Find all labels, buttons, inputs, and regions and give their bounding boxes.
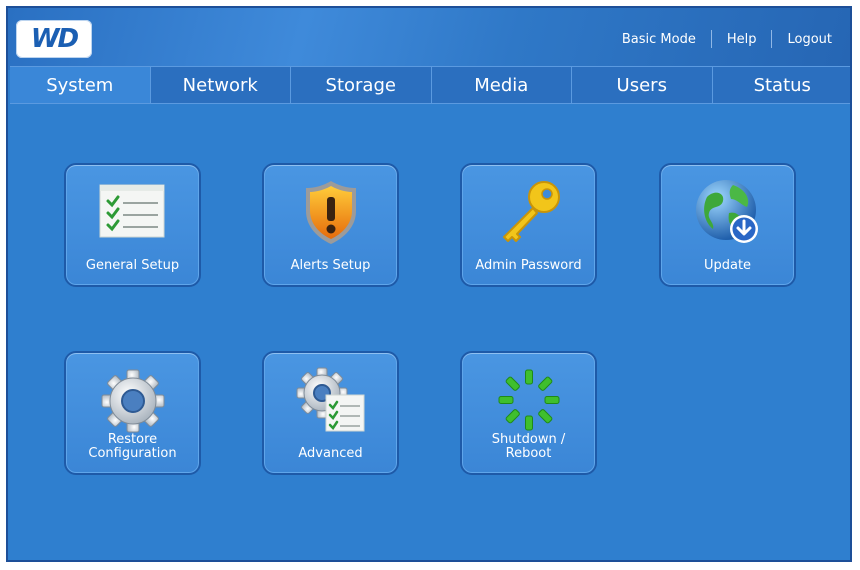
gear-icon [101,369,164,433]
power-spinner-icon [498,369,559,431]
globe-download-icon [695,180,758,243]
shutdown-reboot-tile[interactable]: Shutdown / Reboot [460,351,597,475]
tab-media[interactable]: Media [432,67,572,103]
shutdown-reboot-label: Shutdown / Reboot [462,433,595,461]
general-setup-label: General Setup [85,258,180,273]
general-setup-tile[interactable]: General Setup [64,163,201,287]
alerts-setup-tile[interactable]: Alerts Setup [262,163,399,287]
basic-mode-link[interactable]: Basic Mode [622,32,696,47]
admin-password-label: Admin Password [475,258,582,273]
tab-network[interactable]: Network [151,67,291,103]
logout-link[interactable]: Logout [787,32,832,47]
tab-system[interactable]: System [10,67,151,103]
tab-users[interactable]: Users [572,67,713,103]
advanced-label: Advanced [298,446,363,461]
shutdown-label-line2: Reboot [505,446,552,461]
gear-checklist-icon [296,367,364,432]
divider [710,30,712,48]
restore-label-line1: Restore [107,432,158,447]
app-frame: WD Basic Mode Help Logout System Network… [6,6,852,562]
update-label: Update [703,258,752,273]
checklist-icon [99,184,164,238]
restore-configuration-tile[interactable]: Restore Configuration [64,351,201,475]
help-link[interactable]: Help [727,32,757,47]
main-tabs: System Network Storage Media Users Statu… [10,66,851,104]
warning-shield-icon [305,181,356,244]
alerts-setup-label: Alerts Setup [290,258,371,273]
advanced-tile[interactable]: Advanced [262,351,399,475]
key-icon [502,181,560,242]
tab-storage[interactable]: Storage [291,67,432,103]
divider [771,30,773,48]
restore-configuration-label: Restore Configuration [66,433,199,461]
wd-logo: WD [16,20,92,58]
admin-password-tile[interactable]: Admin Password [460,163,597,287]
tab-status[interactable]: Status [713,67,851,103]
update-tile[interactable]: Update [659,163,796,287]
restore-label-line2: Configuration [88,446,177,461]
header: WD Basic Mode Help Logout [8,8,850,70]
top-links: Basic Mode Help Logout [622,30,832,48]
shutdown-label-line1: Shutdown / [491,432,566,447]
